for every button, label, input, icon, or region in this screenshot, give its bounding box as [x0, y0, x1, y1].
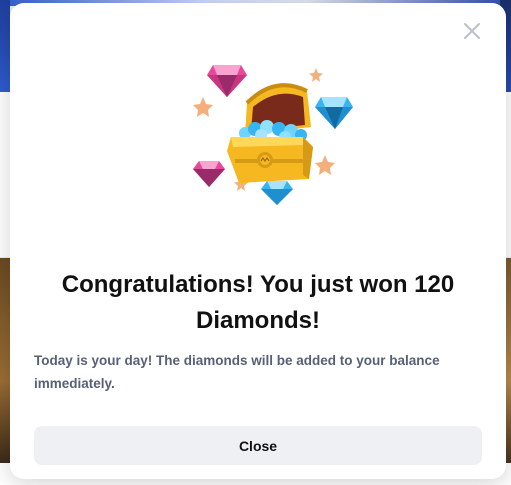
modal-message: Today is your day! The diamonds will be … [34, 353, 440, 391]
star-icon [309, 68, 323, 82]
star-icon [193, 97, 213, 117]
treasure-chest-icon [227, 83, 313, 183]
background-card [0, 92, 10, 257]
diamond-icon [315, 97, 353, 129]
background-card-image [0, 258, 10, 463]
close-button[interactable]: Close [34, 426, 482, 465]
diamond-icon [261, 181, 293, 205]
background-card-image [0, 0, 10, 92]
close-icon[interactable] [462, 21, 482, 41]
treasure-chest-illustration [175, 55, 355, 205]
diamond-icon [193, 161, 225, 187]
star-icon [315, 155, 335, 175]
modal-title: Congratulations! You just won 120 Diamon… [61, 271, 455, 334]
diamond-icon [207, 65, 247, 97]
reward-modal: Congratulations! You just won 120 Diamon… [10, 3, 506, 479]
